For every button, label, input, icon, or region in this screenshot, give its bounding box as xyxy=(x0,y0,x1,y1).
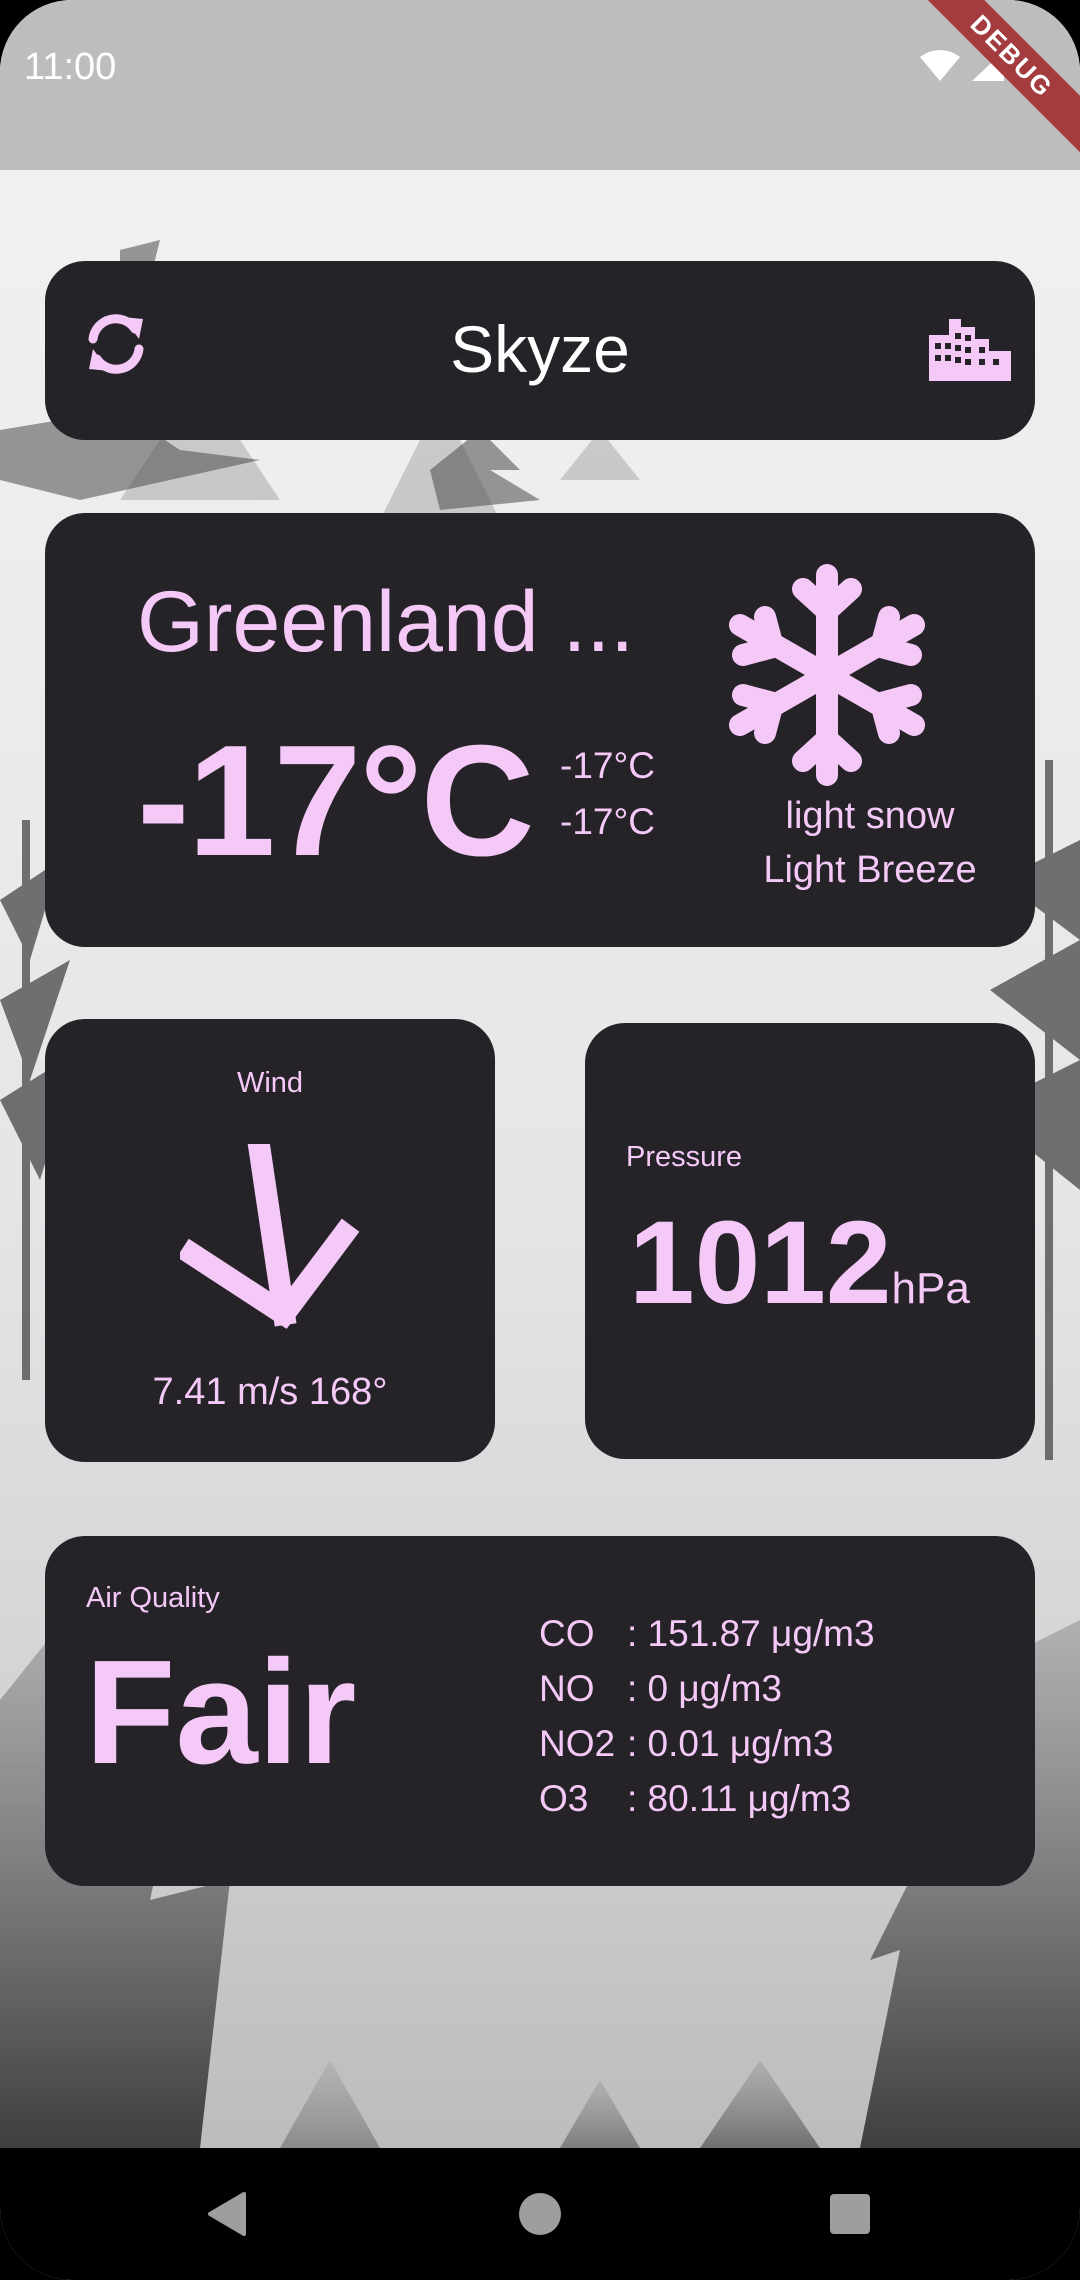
wind-label: Wind xyxy=(236,1067,304,1099)
temperature-max: -17°C xyxy=(560,801,655,842)
temperature-min: -17°C xyxy=(560,745,655,786)
weather-condition: light snow xyxy=(785,795,955,837)
air-quality-label: Air Quality xyxy=(86,1582,220,1614)
wind-description: Light Breeze xyxy=(763,849,977,891)
pollutant-row: O3 : 80.11 μg/m3 xyxy=(539,1771,875,1826)
current-weather-card: Greenland ... -17°C -17°C -17°C light sn… xyxy=(45,513,1035,947)
pollutant-value: : 0.01 μg/m3 xyxy=(627,1723,834,1764)
pollutant-value: : 0 μg/m3 xyxy=(627,1668,782,1709)
pressure-value: 1012 xyxy=(629,1197,892,1329)
snowflake-icon xyxy=(729,564,925,786)
current-temperature: -17°C xyxy=(137,713,535,889)
phone-screen: 11:00 DEBUG Skyze Greenland ... -17°C -1… xyxy=(0,0,1080,2280)
status-bar: 11:00 DEBUG xyxy=(0,0,1080,170)
pressure-card: Pressure 1012hPa xyxy=(585,1023,1035,1459)
navigation-bar xyxy=(0,2148,1080,2280)
city-name: Greenland ... xyxy=(137,574,635,670)
air-quality-card: Air Quality Fair CO : 151.87 μg/m3 NO : … xyxy=(45,1536,1035,1886)
pollutant-name: NO2 xyxy=(539,1723,616,1764)
pollutant-row: NO2 : 0.01 μg/m3 xyxy=(539,1716,875,1771)
pollutant-row: NO : 0 μg/m3 xyxy=(539,1661,875,1716)
pollutant-name: NO xyxy=(539,1668,595,1709)
recents-button-icon[interactable] xyxy=(828,2190,872,2238)
pollutant-value: : 80.11 μg/m3 xyxy=(627,1778,852,1819)
home-button-icon[interactable] xyxy=(518,2190,562,2238)
pollutant-list: CO : 151.87 μg/m3 NO : 0 μg/m3 NO2 : 0.0… xyxy=(539,1606,875,1826)
wind-card: Wind 7.41 m/s 168° xyxy=(45,1019,495,1462)
city-select-button[interactable] xyxy=(929,315,1011,386)
back-button-icon[interactable] xyxy=(204,2190,248,2238)
pressure-unit: hPa xyxy=(891,1264,970,1313)
air-quality-index: Fair xyxy=(85,1630,357,1795)
wifi-icon xyxy=(920,50,960,81)
city-icon xyxy=(929,319,1011,381)
pollutant-row: CO : 151.87 μg/m3 xyxy=(539,1606,875,1661)
pollutant-name: O3 xyxy=(539,1778,589,1819)
pollutant-name: CO xyxy=(539,1613,595,1654)
pollutant-value: : 151.87 μg/m3 xyxy=(627,1613,875,1654)
pressure-reading: 1012hPa xyxy=(629,1195,970,1331)
app-title: Skyze xyxy=(450,312,630,386)
status-time: 11:00 xyxy=(24,46,117,88)
pressure-label: Pressure xyxy=(626,1141,743,1173)
wind-value: 7.41 m/s 168° xyxy=(152,1371,388,1413)
wind-arrow-icon xyxy=(180,1144,360,1329)
app-bar: Skyze xyxy=(45,261,1035,440)
